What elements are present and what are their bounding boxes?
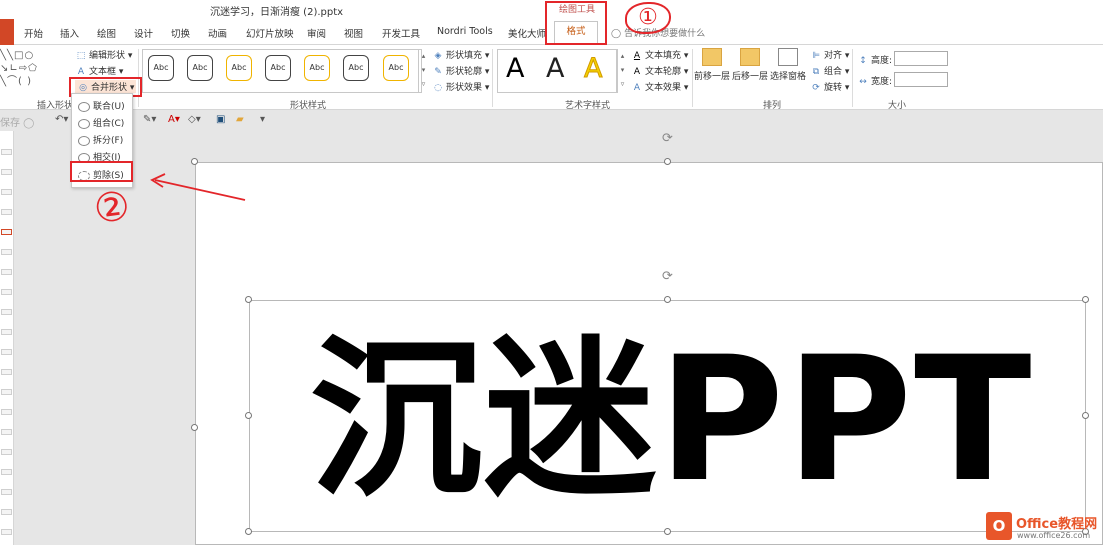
annotation-arrow: [150, 173, 246, 201]
watermark-title: Office教程网: [1016, 517, 1098, 532]
watermark-url: www.office26.com: [1017, 531, 1091, 540]
annotation-number-two: ②: [90, 182, 133, 234]
watermark: O Office教程网 www.office26.com: [986, 512, 1103, 545]
office-logo: O: [986, 512, 1012, 540]
